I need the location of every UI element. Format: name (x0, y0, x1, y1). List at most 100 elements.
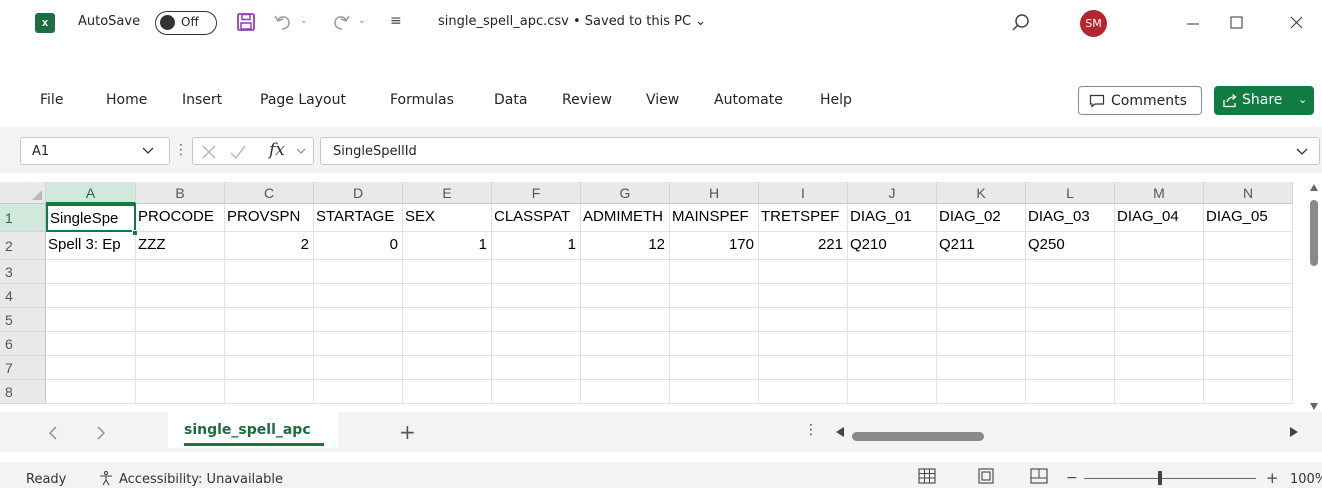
cell-k2[interactable]: Q211 (937, 232, 1026, 260)
cell-j3[interactable] (848, 260, 937, 284)
row-header-7[interactable]: 7 (0, 356, 46, 380)
cell-i4[interactable] (759, 284, 848, 308)
cell-g6[interactable] (581, 332, 670, 356)
cell-j5[interactable] (848, 308, 937, 332)
previous-sheet-icon[interactable] (48, 426, 58, 440)
cell-k3[interactable] (937, 260, 1026, 284)
cell-l4[interactable] (1026, 284, 1115, 308)
cell-m3[interactable] (1115, 260, 1204, 284)
cell-j8[interactable] (848, 380, 937, 404)
cell-c1[interactable]: PROVSPN (225, 204, 314, 232)
cell-a1[interactable]: SingleSpe (46, 204, 136, 232)
cell-c7[interactable] (225, 356, 314, 380)
column-header-a[interactable]: A (46, 182, 136, 204)
cell-b4[interactable] (136, 284, 225, 308)
cell-c6[interactable] (225, 332, 314, 356)
cell-d4[interactable] (314, 284, 403, 308)
cell-m8[interactable] (1115, 380, 1204, 404)
column-header-j[interactable]: J (848, 182, 937, 204)
cell-n5[interactable] (1204, 308, 1293, 332)
cell-i1[interactable]: TRETSPEF (759, 204, 848, 232)
undo-icon[interactable] (272, 11, 294, 33)
cell-c5[interactable] (225, 308, 314, 332)
zoom-slider[interactable] (1084, 478, 1256, 479)
column-header-f[interactable]: F (492, 182, 581, 204)
tab-insert[interactable]: Insert (182, 92, 222, 108)
insert-function-icon[interactable]: fx (269, 140, 285, 160)
cell-e2[interactable]: 1 (403, 232, 492, 260)
row-header-1[interactable]: 1 (0, 204, 46, 232)
horizontal-scroll-thumb[interactable] (852, 432, 984, 441)
column-header-b[interactable]: B (136, 182, 225, 204)
cell-d7[interactable] (314, 356, 403, 380)
cell-n8[interactable] (1204, 380, 1293, 404)
column-header-e[interactable]: E (403, 182, 492, 204)
cell-h1[interactable]: MAINSPEF (670, 204, 759, 232)
tab-help[interactable]: Help (820, 92, 852, 108)
tab-page-layout[interactable]: Page Layout (260, 92, 346, 108)
close-icon[interactable] (1282, 10, 1312, 36)
cell-b5[interactable] (136, 308, 225, 332)
document-title[interactable]: single_spell_apc.csv • Saved to this PC … (438, 14, 706, 29)
enter-icon[interactable] (229, 144, 247, 160)
cell-a7[interactable] (46, 356, 136, 380)
cell-b8[interactable] (136, 380, 225, 404)
row-header-4[interactable]: 4 (0, 284, 46, 308)
cell-j7[interactable] (848, 356, 937, 380)
column-header-k[interactable]: K (937, 182, 1026, 204)
scroll-up-icon[interactable] (1310, 184, 1318, 191)
scroll-down-icon[interactable] (1310, 403, 1318, 410)
zoom-level[interactable]: 100% (1290, 472, 1322, 487)
cell-m5[interactable] (1115, 308, 1204, 332)
cell-i5[interactable] (759, 308, 848, 332)
accessibility-status[interactable]: Accessibility: Unavailable (119, 472, 283, 487)
cell-e8[interactable] (403, 380, 492, 404)
formula-input[interactable]: SingleSpellId (320, 137, 1320, 165)
cell-n2[interactable] (1204, 232, 1293, 260)
column-header-m[interactable]: M (1115, 182, 1204, 204)
page-layout-view-icon[interactable] (978, 468, 994, 484)
cell-g2[interactable]: 12 (581, 232, 670, 260)
cell-m7[interactable] (1115, 356, 1204, 380)
scroll-right-icon[interactable] (1290, 427, 1298, 437)
cell-i6[interactable] (759, 332, 848, 356)
share-button[interactable]: Share ⌄ (1214, 86, 1314, 115)
cell-f7[interactable] (492, 356, 581, 380)
cell-c3[interactable] (225, 260, 314, 284)
column-header-d[interactable]: D (314, 182, 403, 204)
zoom-slider-thumb[interactable] (1158, 471, 1162, 485)
column-header-l[interactable]: L (1026, 182, 1115, 204)
cell-c8[interactable] (225, 380, 314, 404)
cell-l1[interactable]: DIAG_03 (1026, 204, 1115, 232)
chevron-down-icon[interactable] (295, 147, 307, 157)
column-header-g[interactable]: G (581, 182, 670, 204)
cell-d3[interactable] (314, 260, 403, 284)
row-header-3[interactable]: 3 (0, 260, 46, 284)
cell-k5[interactable] (937, 308, 1026, 332)
cell-n6[interactable] (1204, 332, 1293, 356)
more-options-icon[interactable]: ⋮ (174, 142, 188, 158)
sheet-tab[interactable]: single_spell_apc (168, 412, 338, 448)
minimize-icon[interactable] (1178, 10, 1208, 36)
cell-l3[interactable] (1026, 260, 1115, 284)
tab-home[interactable]: Home (106, 92, 147, 108)
cell-k4[interactable] (937, 284, 1026, 308)
tab-view[interactable]: View (646, 92, 679, 108)
cell-j2[interactable]: Q210 (848, 232, 937, 260)
cell-f8[interactable] (492, 380, 581, 404)
cell-a5[interactable] (46, 308, 136, 332)
cell-g1[interactable]: ADMIMETH (581, 204, 670, 232)
cell-m2[interactable] (1115, 232, 1204, 260)
name-box[interactable]: A1 (20, 137, 170, 165)
cell-d8[interactable] (314, 380, 403, 404)
cell-e3[interactable] (403, 260, 492, 284)
cell-l6[interactable] (1026, 332, 1115, 356)
row-header-5[interactable]: 5 (0, 308, 46, 332)
accessibility-icon[interactable] (98, 470, 114, 486)
cell-f5[interactable] (492, 308, 581, 332)
cell-i8[interactable] (759, 380, 848, 404)
cell-d6[interactable] (314, 332, 403, 356)
cell-e7[interactable] (403, 356, 492, 380)
redo-dropdown-icon[interactable]: ⌄ (358, 16, 366, 26)
cell-a4[interactable] (46, 284, 136, 308)
